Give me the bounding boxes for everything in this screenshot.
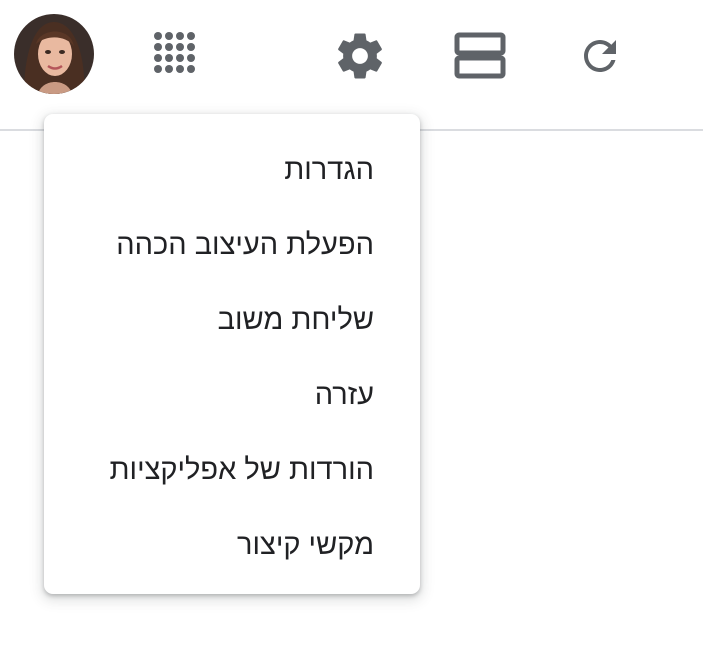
- menu-item-dark-theme[interactable]: הפעלת העיצוב הכהה: [44, 208, 420, 283]
- menu-item-label: עזרה: [314, 379, 374, 411]
- settings-dropdown-menu: הגדרות הפעלת העיצוב הכהה שליחת משוב עזרה…: [44, 114, 420, 594]
- density-button[interactable]: [448, 24, 512, 88]
- apps-grid-icon: [154, 32, 195, 73]
- menu-item-label: שליחת משוב: [217, 304, 374, 336]
- settings-button[interactable]: [328, 24, 392, 88]
- refresh-icon: [584, 40, 616, 72]
- apps-button[interactable]: [144, 24, 204, 84]
- gear-icon: [338, 33, 382, 79]
- menu-item-keyboard-shortcuts[interactable]: מקשי קיצור: [44, 508, 420, 583]
- split-view-icon: [454, 32, 506, 79]
- menu-item-help[interactable]: עזרה: [44, 358, 420, 433]
- menu-item-app-downloads[interactable]: הורדות של אפליקציות: [44, 433, 420, 508]
- avatar-image: [14, 14, 94, 94]
- account-avatar[interactable]: [14, 14, 94, 94]
- refresh-button[interactable]: [568, 24, 632, 88]
- menu-item-settings[interactable]: הגדרות: [44, 133, 420, 208]
- menu-item-label: הפעלת העיצוב הכהה: [116, 229, 374, 261]
- menu-item-label: מקשי קיצור: [237, 529, 374, 561]
- menu-item-label: הגדרות: [284, 154, 374, 186]
- app-page: הגדרות הפעלת העיצוב הכהה שליחת משוב עזרה…: [0, 0, 703, 670]
- menu-item-send-feedback[interactable]: שליחת משוב: [44, 283, 420, 358]
- menu-item-label: הורדות של אפליקציות: [109, 454, 375, 486]
- top-toolbar: [0, 0, 703, 131]
